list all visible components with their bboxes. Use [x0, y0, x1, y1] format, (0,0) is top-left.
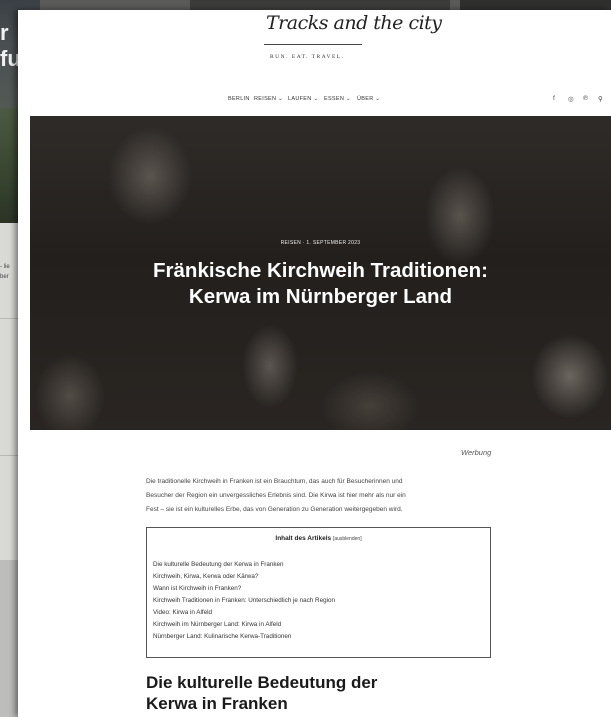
intro-line: Besucher der Region ein unvergessliches … [146, 492, 406, 499]
section-heading: Die kulturelle Bedeutung der Kerwa in Fr… [146, 672, 526, 714]
toc-item[interactable]: Video: Kirwa in Alfeld [153, 607, 335, 619]
intro-line: Die traditionelle Kirchweih in Franken i… [146, 478, 403, 485]
background-snippet: - lie ber [0, 262, 10, 282]
browser-window: Tracks and the city RUN. EAT. TRAVEL. BE… [18, 10, 611, 717]
intro-paragraph: Die traditionelle Kirchweih in Franken i… [146, 475, 506, 517]
facebook-icon[interactable]: f [553, 95, 555, 102]
toc-toggle-link[interactable]: [ausblenden] [333, 536, 362, 542]
toc-item[interactable]: Nürnberger Land: Kulinarische Kerwa-Trad… [153, 631, 335, 643]
toc-item[interactable]: Die kulturelle Bedeutung der Kerwa in Fr… [153, 559, 335, 571]
logo-tagline: RUN. EAT. TRAVEL. [270, 54, 345, 60]
post-title-line: Fränkische Kirchweih Traditionen: [153, 259, 488, 282]
pinterest-icon[interactable]: ℗ [583, 95, 588, 102]
background-snippet-line: ber [0, 274, 9, 280]
toc-item[interactable]: Kirchweih Traditionen in Franken: Unters… [153, 595, 335, 607]
nav-item-berlin[interactable]: BERLIN [228, 96, 250, 102]
site-logo[interactable]: Tracks and the city RUN. EAT. TRAVEL. [18, 10, 611, 70]
post-title-line: Kerwa im Nürnberger Land [188, 285, 453, 308]
toc-title: Inhalt des Artikels [275, 535, 332, 542]
logo-script: Tracks and the city [266, 12, 442, 34]
nav-item-reisen[interactable]: REISEN ⌄ [254, 96, 283, 102]
search-icon[interactable]: ⚲ [598, 95, 603, 103]
post-meta[interactable]: REISEN · 1. SEPTEMBER 2023 [30, 240, 611, 246]
toc-heading: Inhalt des Artikels [ausblenden] [147, 535, 490, 542]
background-snippet-line: - lie [0, 264, 10, 270]
main-navigation: BERLIN REISEN ⌄ LAUFEN ⌄ ESSEN ⌄ ÜBER ⌄ … [18, 95, 611, 108]
logo-underline [264, 44, 362, 45]
toc-list: Die kulturelle Bedeutung der Kerwa in Fr… [153, 559, 335, 643]
intro-line: Fest – sie ist ein kulturelles Erbe, das… [146, 506, 403, 513]
post-title: Fränkische Kirchweih Traditionen: Kerwa … [30, 258, 611, 310]
section-heading-line: Kerwa in Franken [146, 694, 288, 713]
hero-image: REISEN · 1. SEPTEMBER 2023 Fränkische Ki… [30, 116, 611, 430]
nav-item-ueber[interactable]: ÜBER ⌄ [357, 96, 380, 102]
nav-item-laufen[interactable]: LAUFEN ⌄ [288, 96, 318, 102]
section-heading-line: Die kulturelle Bedeutung der [146, 673, 378, 692]
toc-item[interactable]: Kirchweih im Nürnberger Land: Kirwa in A… [153, 619, 335, 631]
toc-item[interactable]: Wann ist Kirchweih in Franken? [153, 583, 335, 595]
table-of-contents: Inhalt des Artikels [ausblenden] Die kul… [146, 527, 491, 658]
ad-label: Werbung [461, 448, 492, 457]
instagram-icon[interactable]: ◎ [568, 95, 574, 103]
nav-item-essen[interactable]: ESSEN ⌄ [324, 96, 351, 102]
toc-item[interactable]: Kirchweih, Kirwa, Kerwa oder Kärwa? [153, 571, 335, 583]
